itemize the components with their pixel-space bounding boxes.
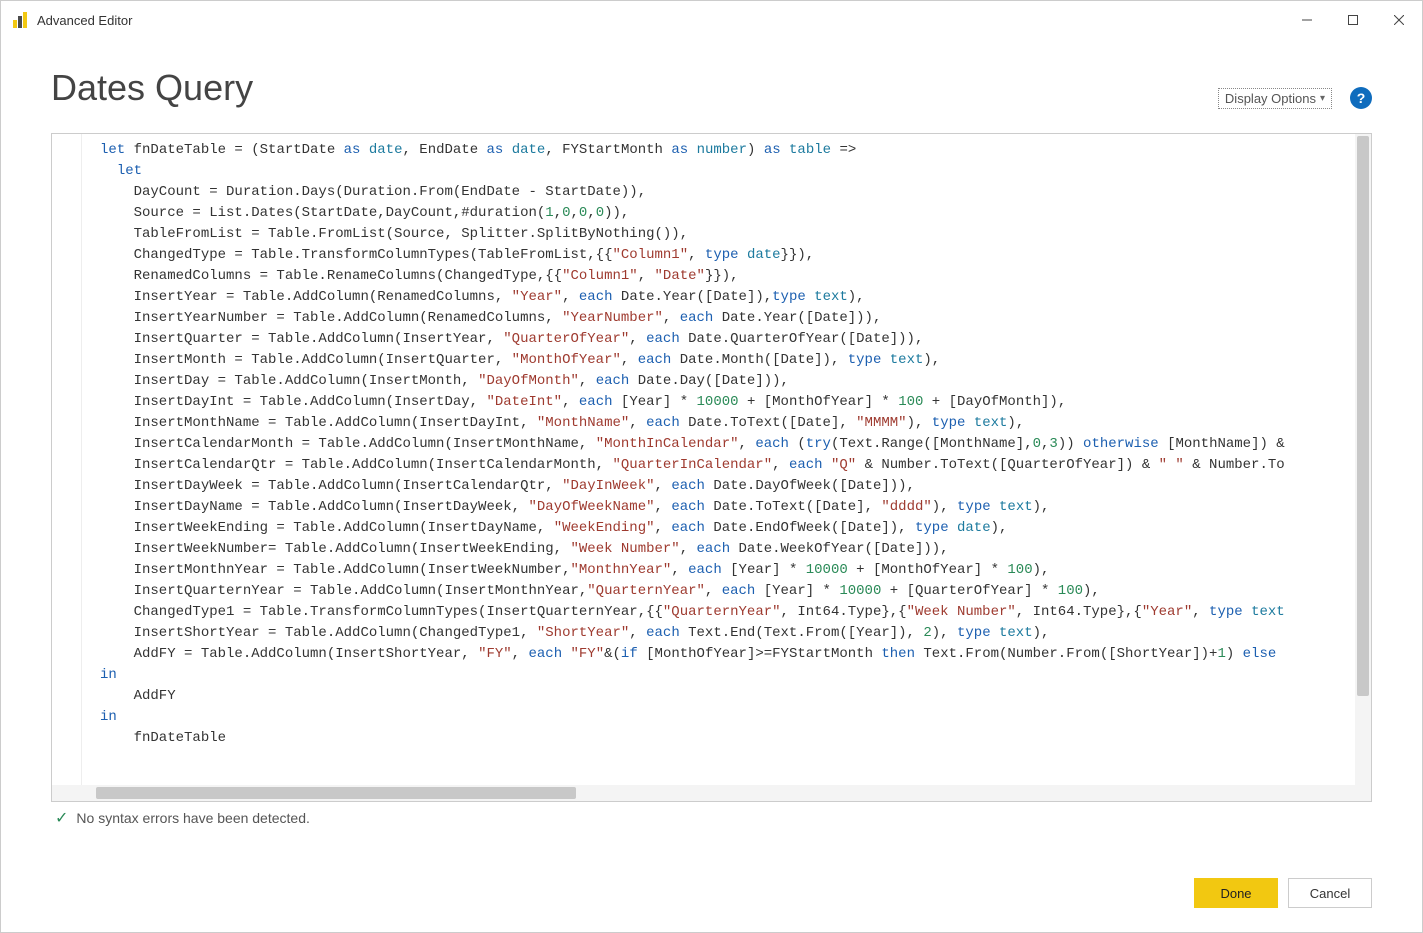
chevron-down-icon: ▾: [1320, 93, 1325, 104]
titlebar-left: Advanced Editor: [13, 12, 132, 28]
window: Advanced Editor Dates Query Display Opti…: [0, 0, 1423, 933]
vertical-scrollbar[interactable]: [1355, 134, 1371, 785]
footer: Done Cancel: [1, 848, 1422, 932]
app-icon: [13, 12, 29, 28]
content: Dates Query Display Options ▾ ? let fnDa…: [1, 39, 1422, 848]
window-controls: [1284, 1, 1422, 39]
maximize-button[interactable]: [1330, 1, 1376, 39]
query-title: Dates Query: [51, 67, 253, 109]
display-options-label: Display Options: [1225, 91, 1316, 106]
gutter: [52, 134, 96, 785]
code-area: let fnDateTable = (StartDate as date, En…: [52, 134, 1371, 785]
status-bar: ✓ No syntax errors have been detected.: [51, 802, 1372, 828]
close-button[interactable]: [1376, 1, 1422, 39]
display-options-dropdown[interactable]: Display Options ▾: [1218, 88, 1332, 109]
horizontal-scrollbar[interactable]: [52, 785, 1371, 801]
header-row: Dates Query Display Options ▾ ?: [51, 67, 1372, 109]
status-message: No syntax errors have been detected.: [76, 810, 309, 826]
minimize-button[interactable]: [1284, 1, 1330, 39]
titlebar: Advanced Editor: [1, 1, 1422, 39]
check-icon: ✓: [55, 808, 68, 828]
vertical-scroll-thumb[interactable]: [1357, 136, 1369, 696]
window-title: Advanced Editor: [37, 13, 132, 28]
done-button[interactable]: Done: [1194, 878, 1278, 908]
cancel-button[interactable]: Cancel: [1288, 878, 1372, 908]
header-right: Display Options ▾ ?: [1218, 87, 1372, 109]
help-icon[interactable]: ?: [1350, 87, 1372, 109]
editor: let fnDateTable = (StartDate as date, En…: [51, 133, 1372, 802]
horizontal-scroll-thumb[interactable]: [96, 787, 576, 799]
code-input[interactable]: let fnDateTable = (StartDate as date, En…: [96, 134, 1355, 785]
